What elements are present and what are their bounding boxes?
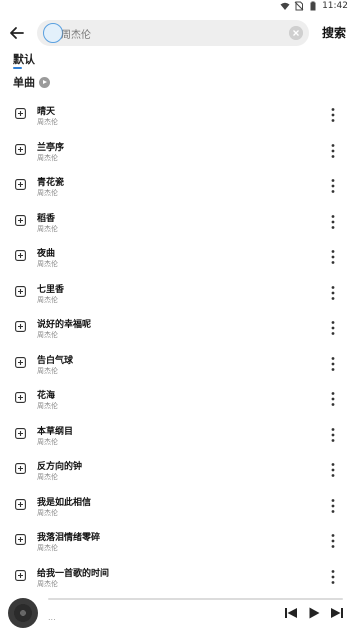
add-to-playlist-icon[interactable] xyxy=(15,250,26,261)
song-title: 本草纲目 xyxy=(37,426,74,437)
song-row[interactable]: 晴天 周杰伦 xyxy=(0,97,354,133)
song-row[interactable]: 夜曲 周杰伦 xyxy=(0,239,354,275)
search-input[interactable] xyxy=(61,26,281,40)
add-to-playlist-icon[interactable] xyxy=(15,143,26,155)
battery-icon xyxy=(310,1,316,11)
song-artist: 周杰伦 xyxy=(37,508,58,517)
song-row[interactable]: 给我一首歌的时间 周杰伦 xyxy=(0,559,354,595)
song-title: 给我一首歌的时间 xyxy=(37,568,110,579)
more-options-icon[interactable] xyxy=(330,391,336,407)
more-options-icon[interactable] xyxy=(330,462,336,478)
previous-track-icon[interactable] xyxy=(284,606,298,620)
more-options-icon[interactable] xyxy=(330,285,336,301)
song-title: 兰亭序 xyxy=(37,142,65,153)
song-row[interactable]: 反方向的钟 周杰伦 xyxy=(0,452,354,488)
status-icons: 11:42 xyxy=(280,1,348,11)
song-artist: 周杰伦 xyxy=(37,544,58,552)
player-track-text: ... xyxy=(48,613,56,622)
tab-default[interactable]: 默认 xyxy=(13,51,35,67)
song-artist: 周杰伦 xyxy=(37,153,58,162)
song-row[interactable]: 七里香 周杰伦 xyxy=(0,275,354,311)
mini-player[interactable]: ... xyxy=(0,594,354,631)
more-options-icon[interactable] xyxy=(330,427,336,443)
add-to-playlist-icon[interactable] xyxy=(15,498,26,510)
more-options-icon[interactable] xyxy=(330,498,336,514)
song-artist: 周杰伦 xyxy=(37,118,58,126)
add-to-playlist-icon[interactable] xyxy=(15,321,26,332)
status-bar: 11:42 xyxy=(0,0,354,14)
song-title: 稻香 xyxy=(37,213,56,224)
more-options-icon[interactable] xyxy=(330,249,336,265)
tab-indicator xyxy=(13,67,22,69)
song-row[interactable]: 说好的幸福呢 周杰伦 xyxy=(0,310,354,346)
add-to-playlist-icon[interactable] xyxy=(15,534,26,545)
song-title: 说好的幸福呢 xyxy=(37,320,92,330)
song-row[interactable]: 我落泪情绪零碎 周杰伦 xyxy=(0,523,354,559)
song-row[interactable]: 兰亭序 周杰伦 xyxy=(0,133,354,169)
add-to-playlist-icon[interactable] xyxy=(15,463,26,474)
song-title: 告白气球 xyxy=(37,355,74,366)
clear-icon[interactable] xyxy=(289,26,303,40)
search-engine-logo-icon xyxy=(43,23,63,43)
status-time: 11:42 xyxy=(322,1,348,11)
search-button[interactable]: 搜索 xyxy=(322,24,346,41)
more-options-icon[interactable] xyxy=(330,178,336,194)
song-artist: 周杰伦 xyxy=(37,402,58,410)
album-disc-icon[interactable] xyxy=(8,598,38,628)
top-bar: 搜索 xyxy=(0,18,354,48)
play-icon[interactable] xyxy=(307,606,321,620)
section-title: 单曲 xyxy=(13,76,35,89)
more-options-icon[interactable] xyxy=(330,356,336,372)
song-row[interactable]: 告白气球 周杰伦 xyxy=(0,346,354,382)
song-title: 夜曲 xyxy=(37,249,56,259)
add-to-playlist-icon[interactable] xyxy=(15,179,26,190)
add-to-playlist-icon[interactable] xyxy=(15,214,26,226)
player-progress-bar[interactable] xyxy=(48,598,343,600)
wifi-icon xyxy=(280,2,290,10)
search-box[interactable] xyxy=(37,20,309,46)
back-arrow-icon[interactable] xyxy=(7,23,27,43)
add-to-playlist-icon[interactable] xyxy=(15,392,26,403)
add-to-playlist-icon[interactable] xyxy=(15,356,26,368)
song-title: 反方向的钟 xyxy=(37,462,83,472)
song-artist: 周杰伦 xyxy=(37,260,58,268)
song-artist: 周杰伦 xyxy=(37,437,58,446)
song-row[interactable]: 青花瓷 周杰伦 xyxy=(0,168,354,204)
song-artist: 周杰伦 xyxy=(37,473,58,481)
no-sim-icon xyxy=(294,1,304,11)
song-row[interactable]: 稻香 周杰伦 xyxy=(0,204,354,240)
song-title: 晴天 xyxy=(37,107,56,117)
more-options-icon[interactable] xyxy=(330,107,336,123)
song-title: 青花瓷 xyxy=(37,178,65,188)
song-title: 我是如此相信 xyxy=(37,497,92,508)
song-title: 花海 xyxy=(37,391,56,401)
song-title: 七里香 xyxy=(37,284,65,295)
more-options-icon[interactable] xyxy=(330,143,336,159)
add-to-playlist-icon[interactable] xyxy=(15,285,26,297)
next-track-icon[interactable] xyxy=(330,606,344,620)
song-artist: 周杰伦 xyxy=(37,579,58,588)
song-artist: 周杰伦 xyxy=(37,224,58,233)
section-header: 单曲 xyxy=(13,74,50,90)
song-artist: 周杰伦 xyxy=(37,189,58,197)
song-list: 晴天 周杰伦 兰亭序 周杰伦 青花瓷 周杰伦 稻香 周杰伦 夜曲 周杰伦 七里香… xyxy=(0,97,354,594)
add-to-playlist-icon[interactable] xyxy=(15,108,26,119)
song-artist: 周杰伦 xyxy=(37,295,58,304)
song-artist: 周杰伦 xyxy=(37,331,58,339)
more-options-icon[interactable] xyxy=(330,214,336,230)
more-options-icon[interactable] xyxy=(330,533,336,549)
play-all-icon[interactable] xyxy=(39,76,50,88)
song-row[interactable]: 我是如此相信 周杰伦 xyxy=(0,488,354,524)
song-artist: 周杰伦 xyxy=(37,366,58,375)
add-to-playlist-icon[interactable] xyxy=(15,569,26,581)
more-options-icon[interactable] xyxy=(330,569,336,585)
song-row[interactable]: 花海 周杰伦 xyxy=(0,381,354,417)
more-options-icon[interactable] xyxy=(330,320,336,336)
add-to-playlist-icon[interactable] xyxy=(15,427,26,439)
song-title: 我落泪情绪零碎 xyxy=(37,533,101,543)
song-row[interactable]: 本草纲目 周杰伦 xyxy=(0,417,354,453)
